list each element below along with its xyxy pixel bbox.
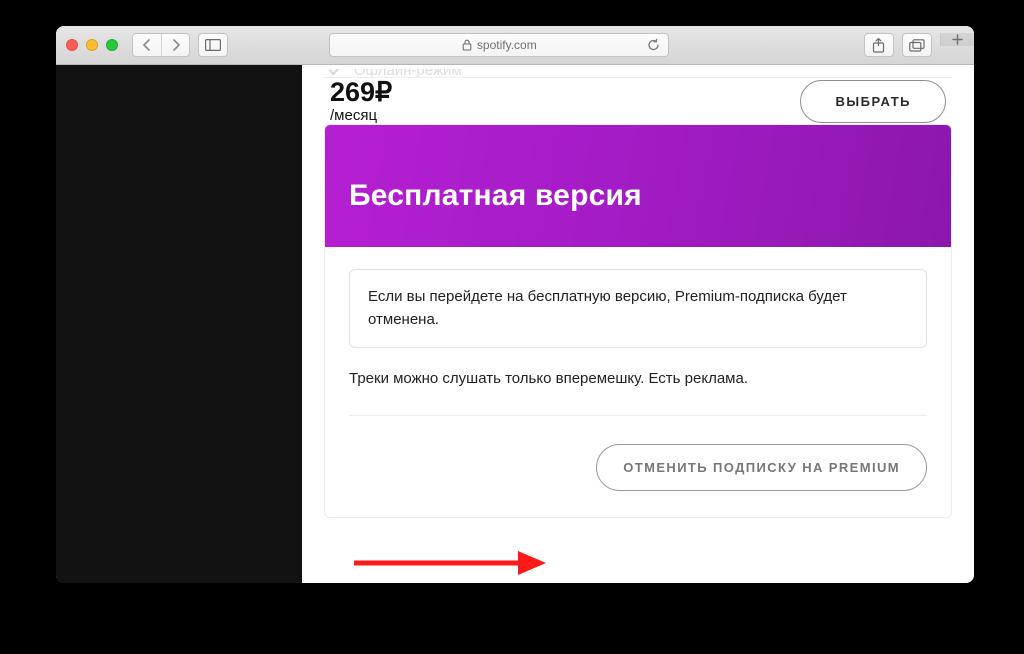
forward-button[interactable]: [161, 34, 189, 56]
nav-back-forward: [132, 33, 190, 57]
plan-price: 269₽ /месяц: [330, 78, 392, 124]
back-button[interactable]: [133, 34, 161, 56]
spotify-sidebar: [56, 65, 302, 583]
address-bar[interactable]: spotify.com: [329, 33, 669, 57]
share-button[interactable]: [864, 33, 894, 57]
choose-plan-label: ВЫБРАТЬ: [835, 94, 911, 109]
plan-price-row: 269₽ /месяц ВЫБРАТЬ: [324, 77, 952, 124]
free-plan-description: Треки можно слушать только вперемешку. Е…: [349, 370, 927, 387]
free-plan-footer: ОТМЕНИТЬ ПОДПИСКУ НА PREMIUM: [349, 415, 927, 491]
safari-window: spotify.com: [56, 26, 974, 583]
price-amount: 269₽: [330, 78, 392, 108]
check-icon: [326, 69, 344, 77]
address-host: spotify.com: [477, 38, 537, 52]
minimize-window-button[interactable]: [86, 39, 98, 51]
free-plan-notice: Если вы перейдете на бесплатную версию, …: [349, 269, 927, 348]
main-panel: Офлайн-режим 269₽ /месяц ВЫБРАТЬ Бесплат…: [302, 65, 974, 583]
cancel-premium-label: ОТМЕНИТЬ ПОДПИСКУ НА PREMIUM: [623, 460, 900, 475]
price-period: /месяц: [330, 108, 392, 125]
plan-card-premium: Офлайн-режим 269₽ /месяц ВЫБРАТЬ: [324, 65, 952, 124]
plan-card-free: Бесплатная версия Если вы перейдете на б…: [324, 124, 952, 518]
sidebar-toggle-button[interactable]: [198, 33, 228, 57]
page-content: Офлайн-режим 269₽ /месяц ВЫБРАТЬ Бесплат…: [56, 65, 974, 583]
zoom-window-button[interactable]: [106, 39, 118, 51]
free-plan-body: Если вы перейдете на бесплатную версию, …: [325, 247, 951, 517]
free-plan-title: Бесплатная версия: [349, 179, 927, 213]
window-controls: [66, 39, 118, 51]
close-window-button[interactable]: [66, 39, 78, 51]
plan-feature-row: Офлайн-режим: [324, 69, 952, 77]
toolbar-right: [864, 33, 964, 57]
tabs-button[interactable]: [902, 33, 932, 57]
plan-feature-label: Офлайн-режим: [354, 69, 462, 77]
free-plan-header: Бесплатная версия: [325, 125, 951, 247]
new-tab-button[interactable]: [940, 33, 974, 46]
cancel-premium-button[interactable]: ОТМЕНИТЬ ПОДПИСКУ НА PREMIUM: [596, 444, 927, 491]
choose-plan-button[interactable]: ВЫБРАТЬ: [800, 80, 946, 123]
reload-button[interactable]: [647, 39, 660, 52]
lock-icon: [462, 39, 472, 51]
annotation-arrow-icon: [350, 543, 550, 583]
titlebar: spotify.com: [56, 26, 974, 65]
